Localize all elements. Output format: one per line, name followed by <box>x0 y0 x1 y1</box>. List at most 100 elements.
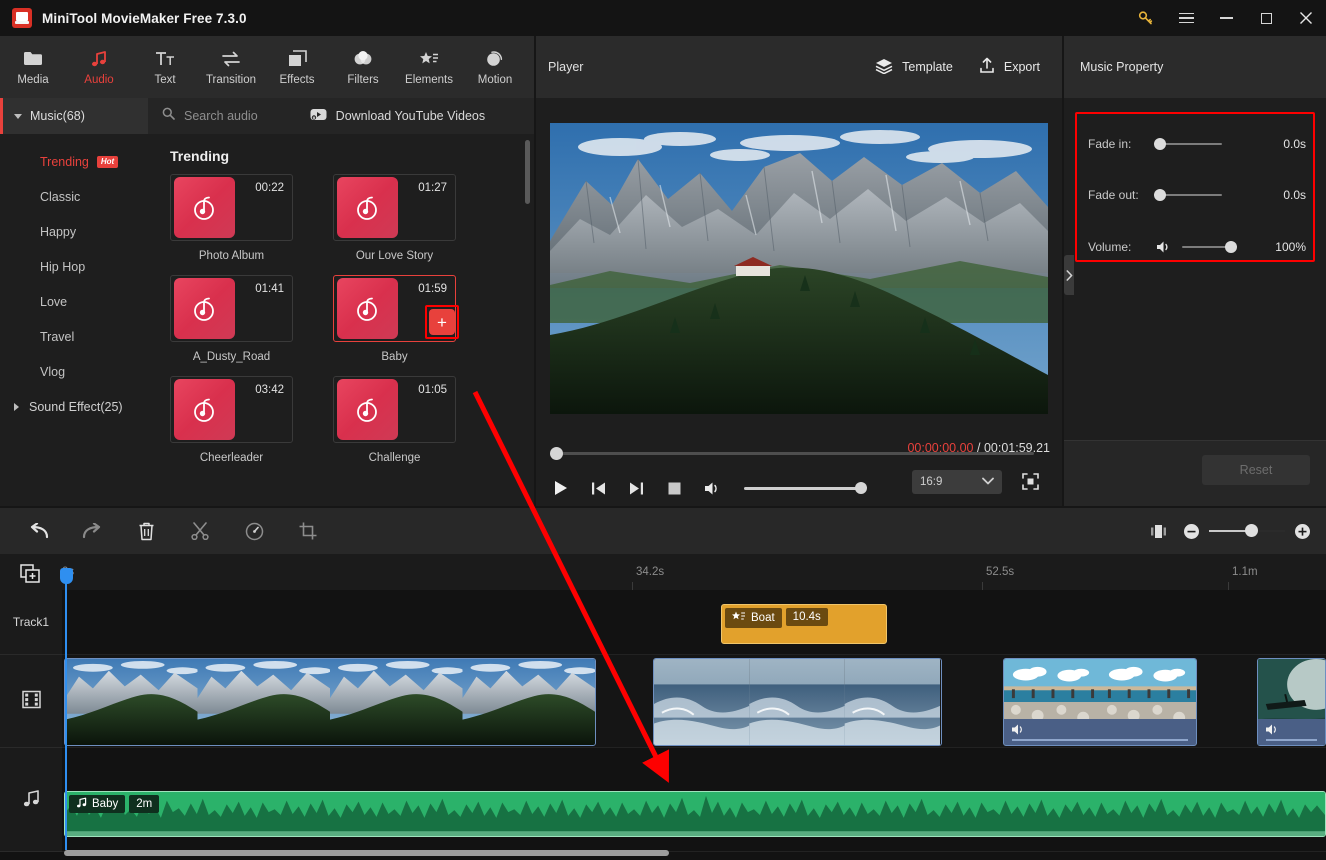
music-note-icon <box>90 49 108 69</box>
fade-in-label: Fade in: <box>1088 137 1132 151</box>
key-icon[interactable] <box>1126 0 1166 36</box>
app-window: MiniTool MovieMaker Free 7.3.0 Media Aud… <box>0 0 1326 860</box>
crop-button[interactable] <box>292 516 324 546</box>
timeline-ruler[interactable]: 0s 34.2s 52.5s 1.1m <box>0 554 1326 590</box>
volume-handle[interactable] <box>855 482 867 494</box>
player-actions: Template Export <box>875 57 1040 77</box>
fade-in-slider[interactable] <box>1154 137 1222 150</box>
audio-tile[interactable]: 00:22 Photo Album <box>170 174 293 262</box>
category-trending[interactable]: Trending Hot <box>0 144 148 179</box>
fade-in-handle[interactable] <box>1154 137 1166 150</box>
audio-tile[interactable]: 03:42 Cheerleader <box>170 376 293 464</box>
volume-icon[interactable] <box>1156 240 1172 254</box>
search-input[interactable]: Search audio <box>162 107 258 125</box>
close-icon[interactable] <box>1286 0 1326 36</box>
zoom-out-button[interactable] <box>1184 523 1199 539</box>
redo-button[interactable] <box>76 516 108 546</box>
tab-audio[interactable]: Audio <box>66 36 132 98</box>
fullscreen-icon[interactable] <box>1018 469 1042 493</box>
audio-tile[interactable]: 01:05 Challenge <box>333 376 456 464</box>
volume-slider[interactable] <box>744 482 867 494</box>
category-happy[interactable]: Happy <box>0 214 148 249</box>
track-header-video[interactable] <box>0 655 62 748</box>
track-header-track1[interactable]: Track1 <box>0 590 62 655</box>
element-clip-label: Boat <box>751 612 775 624</box>
add-track-icon[interactable] <box>18 562 42 584</box>
hot-badge: Hot <box>96 155 119 168</box>
volume-handle[interactable] <box>1225 240 1237 253</box>
video-clip-bridge[interactable] <box>1003 658 1197 746</box>
category-love[interactable]: Love <box>0 284 148 319</box>
video-clip-mountain[interactable] <box>64 658 596 746</box>
zoom-slider[interactable] <box>1209 524 1285 538</box>
tab-media[interactable]: Media <box>0 36 66 98</box>
hamburger-menu-icon[interactable] <box>1166 0 1206 36</box>
minimize-icon[interactable] <box>1206 0 1246 36</box>
music-note-icon <box>174 177 235 238</box>
category-hiphop[interactable]: Hip Hop <box>0 249 148 284</box>
category-travel[interactable]: Travel <box>0 319 148 354</box>
next-frame-icon[interactable] <box>626 478 646 498</box>
delete-button[interactable] <box>130 516 162 546</box>
fit-to-screen-icon[interactable] <box>1142 516 1174 546</box>
zoom-in-button[interactable] <box>1295 523 1310 539</box>
panel-collapse-toggle[interactable] <box>1064 255 1074 295</box>
audio-duration: 01:05 <box>418 384 447 396</box>
template-label: Template <box>902 60 953 74</box>
reset-button[interactable]: Reset <box>1202 455 1310 485</box>
volume-slider[interactable] <box>1182 240 1237 253</box>
timeline-horizontal-scrollbar[interactable] <box>64 850 669 856</box>
zoom-slider-handle[interactable] <box>1245 524 1258 538</box>
add-button-highlight <box>425 305 459 339</box>
category-classic[interactable]: Classic <box>0 179 148 214</box>
text-tt-icon <box>155 49 175 69</box>
playhead-handle[interactable] <box>60 568 73 584</box>
stop-icon[interactable] <box>664 478 684 498</box>
category-vlog[interactable]: Vlog <box>0 354 148 389</box>
chevron-down-icon <box>14 113 22 119</box>
library-scrollbar[interactable] <box>525 140 530 204</box>
fade-out-slider[interactable] <box>1154 188 1222 201</box>
export-button[interactable]: Export <box>979 57 1040 77</box>
undo-button[interactable] <box>22 516 54 546</box>
video-clip-boat[interactable] <box>1257 658 1326 746</box>
video-clip-waves[interactable] <box>653 658 942 746</box>
aspect-ratio-select[interactable]: 16:9 <box>912 470 1002 494</box>
category-happy-label: Happy <box>40 224 77 239</box>
volume-icon[interactable] <box>702 478 722 498</box>
download-youtube-button[interactable]: Download YouTube Videos <box>310 108 485 124</box>
preview-stage[interactable] <box>550 123 1048 414</box>
music-note-icon <box>337 379 398 440</box>
aspect-ratio-value: 16:9 <box>920 476 943 488</box>
volume-value: 100% <box>1275 240 1306 254</box>
library-body: Trending Hot Classic Happy Hip Hop Love … <box>0 134 534 506</box>
audio-name: Cheerleader <box>199 452 264 464</box>
youtube-download-icon <box>310 108 327 124</box>
window-controls <box>1126 0 1326 36</box>
tab-transition[interactable]: Transition <box>198 36 264 98</box>
audio-clip-baby[interactable]: Baby 2m <box>64 791 1326 837</box>
previous-frame-icon[interactable] <box>588 478 608 498</box>
music-group-header[interactable]: Music(68) <box>0 98 148 134</box>
audio-tile[interactable]: 01:27 Our Love Story <box>333 174 456 262</box>
speed-button[interactable] <box>238 516 270 546</box>
seek-handle[interactable] <box>550 447 563 460</box>
tab-text[interactable]: Text <box>132 36 198 98</box>
maximize-icon[interactable] <box>1246 0 1286 36</box>
tab-filters[interactable]: Filters <box>330 36 396 98</box>
play-icon[interactable] <box>550 478 570 498</box>
template-button[interactable]: Template <box>875 58 953 77</box>
elements-star-icon <box>419 49 439 69</box>
sound-effect-group[interactable]: Sound Effect(25) <box>0 389 148 424</box>
audio-name: Photo Album <box>198 250 265 262</box>
split-button[interactable] <box>184 516 216 546</box>
tab-elements[interactable]: Elements <box>396 36 462 98</box>
property-header: Music Property <box>1064 36 1326 98</box>
track-header-audio[interactable] <box>0 748 62 852</box>
tab-effects[interactable]: Effects <box>264 36 330 98</box>
audio-tile[interactable]: 01:41 A_Dusty_Road <box>170 275 293 363</box>
audio-tile-selected[interactable]: 01:59 + Baby <box>333 275 459 363</box>
tab-motion[interactable]: Motion <box>462 36 528 98</box>
fade-out-handle[interactable] <box>1154 188 1166 201</box>
element-clip-boat[interactable]: Boat 10.4s <box>721 604 887 644</box>
